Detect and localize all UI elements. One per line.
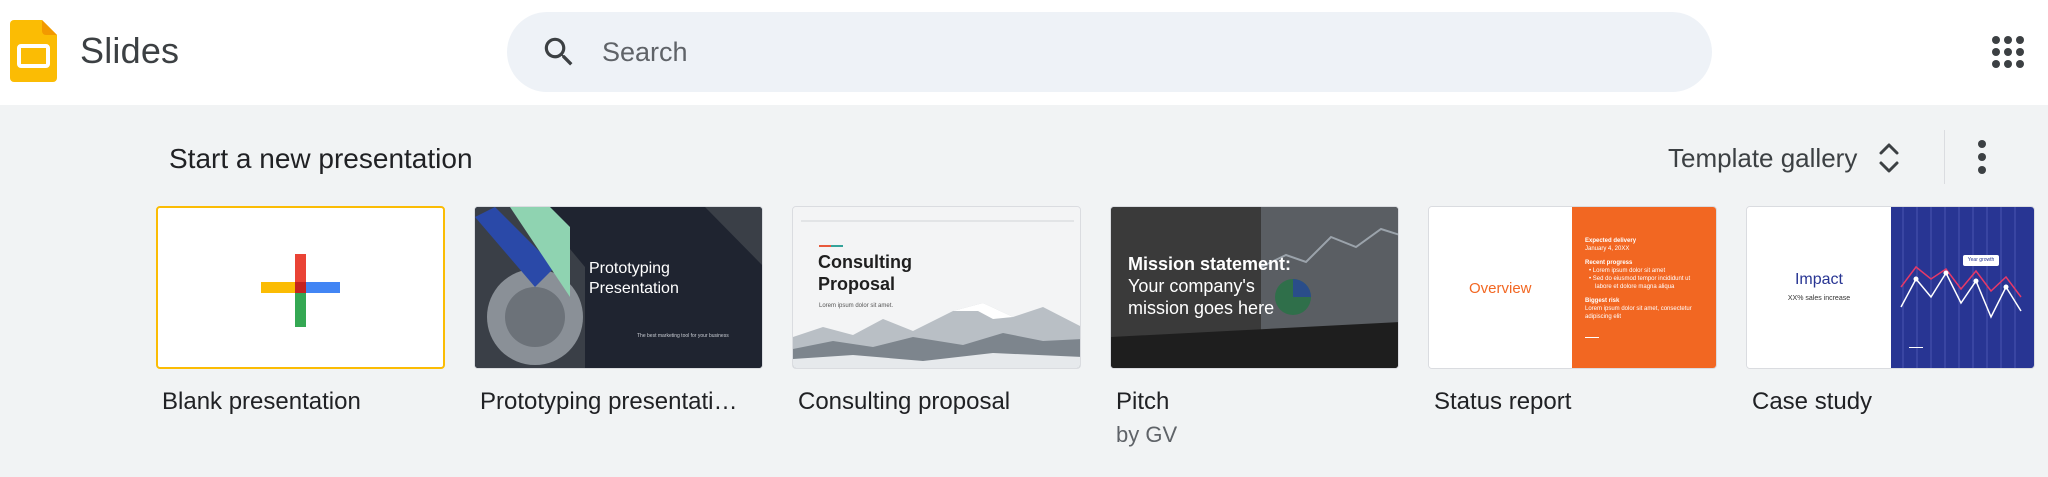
template-title: Status report — [1434, 388, 1572, 415]
thumb-tagline: The best marketing tool for your busines… — [637, 333, 729, 339]
template-title: Case study — [1752, 388, 1873, 415]
thumb-text: adipiscing elit — [1585, 314, 1622, 320]
thumb-title-line: Presentation — [589, 280, 679, 297]
thumb-text: January 4, 20XX — [1585, 246, 1630, 252]
thumb-text: Lorem ipsum dolor sit amet, consectetur — [1585, 306, 1692, 312]
thumb-heading: Impact — [1794, 271, 1843, 288]
thumb-tooltip: Year growth — [1967, 257, 1995, 263]
template-thumbnail[interactable]: Mission statement: Your company's missio… — [1110, 206, 1399, 369]
template-card-pitch[interactable]: Mission statement: Your company's missio… — [1110, 206, 1399, 448]
template-title: Consulting proposal — [798, 388, 1011, 415]
thumb-title-line: Prototyping — [589, 260, 670, 277]
thumb-heading: Expected delivery — [1585, 238, 1637, 244]
template-subtitle: by GV — [1116, 422, 1178, 447]
template-card-case-study[interactable]: Year growth Impact XX% sales increase Ca… — [1746, 206, 2035, 416]
template-card-blank[interactable]: Blank presentation — [156, 206, 445, 416]
template-thumbnail[interactable]: Consulting Proposal Lorem ipsum dolor si… — [792, 206, 1081, 369]
template-title: Prototyping presentati… — [480, 388, 738, 415]
section-title: Start a new presentation — [169, 143, 473, 174]
line-chart-thumb-art — [1891, 207, 2034, 368]
search-bar[interactable] — [507, 12, 1712, 92]
slides-logo-icon[interactable] — [10, 20, 57, 82]
app-name[interactable]: Slides — [80, 30, 179, 72]
template-card-prototyping[interactable]: Prototyping Presentation The best market… — [474, 206, 763, 416]
divider — [1944, 130, 1945, 184]
thumb-overview: Overview — [1469, 280, 1532, 297]
search-input[interactable] — [602, 12, 1652, 92]
template-title: Pitch — [1116, 388, 1170, 415]
more-vert-icon[interactable] — [1966, 136, 1998, 178]
thumb-text: • Lorem ipsum dolor sit amet — [1589, 268, 1666, 274]
thumb-heading: Mission statement: — [1128, 254, 1292, 274]
thumb-line: mission goes here — [1128, 298, 1275, 318]
template-thumbnail[interactable]: Year growth Impact XX% sales increase — [1746, 206, 2035, 369]
thumb-bullet: Sed do eiusmod tempor incididunt ut — [1592, 276, 1691, 282]
template-thumbnail[interactable]: Overview Expected delivery January 4, 20… — [1428, 206, 1717, 369]
thumb-title-line: Proposal — [818, 274, 896, 294]
thumb-bullet: Lorem ipsum dolor sit amet — [1592, 268, 1666, 274]
template-thumbnail[interactable] — [156, 206, 445, 369]
thumb-text: • Sed do eiusmod tempor incididunt ut — [1589, 276, 1691, 282]
plus-icon — [261, 254, 340, 327]
thumb-heading: Recent progress — [1585, 260, 1633, 266]
template-gallery-button[interactable]: Template gallery — [1668, 136, 1903, 180]
thumb-title-line: Consulting — [818, 252, 912, 272]
template-title: Blank presentation — [162, 388, 361, 415]
top-bar: Slides — [0, 0, 2048, 105]
template-card-consulting[interactable]: Consulting Proposal Lorem ipsum dolor si… — [792, 206, 1081, 416]
thumb-heading: Biggest risk — [1585, 298, 1620, 304]
apps-grid-icon[interactable] — [1990, 34, 2026, 70]
unfold-more-icon — [1879, 143, 1899, 173]
search-icon[interactable] — [540, 33, 578, 71]
thumb-line: Your company's — [1128, 276, 1255, 296]
thumb-body: Lorem ipsum dolor sit amet. — [819, 303, 894, 309]
thumb-text: labore et dolore magna aliqua — [1595, 284, 1675, 290]
template-card-status-report[interactable]: Overview Expected delivery January 4, 20… — [1428, 206, 1717, 416]
template-gallery-label: Template gallery — [1668, 142, 1858, 173]
thumb-sub: XX% sales increase — [1787, 295, 1851, 302]
template-thumbnail[interactable]: Prototyping Presentation The best market… — [474, 206, 763, 369]
